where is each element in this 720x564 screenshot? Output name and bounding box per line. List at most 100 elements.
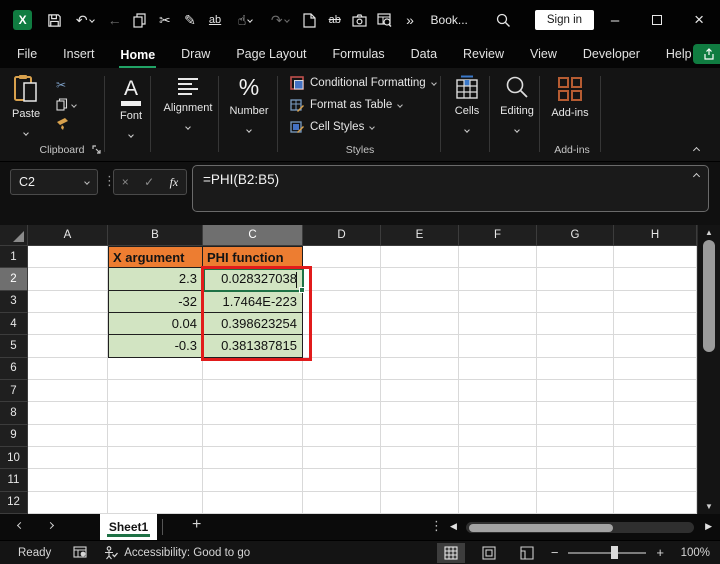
cell-E3[interactable] [381, 290, 459, 313]
cell-D3[interactable] [303, 290, 381, 313]
cell-A8[interactable] [28, 402, 108, 425]
row-header-10[interactable]: 10 [0, 446, 28, 470]
cell-F1[interactable] [459, 246, 537, 269]
cell-B3[interactable]: -32 [108, 290, 203, 313]
column-header-F[interactable]: F [459, 225, 537, 246]
cell-F2[interactable] [459, 268, 537, 291]
scroll-right-icon[interactable]: ▶ [705, 521, 712, 532]
enter-icon[interactable]: ✓ [144, 175, 154, 189]
page-layout-view-button[interactable] [475, 543, 503, 563]
cell-G2[interactable] [537, 268, 614, 291]
number-menu-button[interactable]: % Number [222, 73, 276, 133]
cell-E10[interactable] [381, 446, 459, 470]
pen-icon[interactable]: ✎ [177, 12, 202, 29]
cell-H7[interactable] [614, 379, 697, 403]
row-header-11[interactable]: 11 [0, 469, 28, 492]
cell-G6[interactable] [537, 357, 614, 380]
collapse-formula-bar-icon[interactable] [692, 172, 701, 181]
camera-icon[interactable] [347, 13, 372, 27]
editing-menu-button[interactable]: Editing [494, 75, 540, 133]
zoom-slider[interactable] [568, 546, 647, 559]
close-button[interactable]: × [678, 10, 720, 30]
cell-E12[interactable] [381, 491, 459, 514]
maximize-button[interactable] [636, 15, 678, 25]
cell-C8[interactable] [203, 402, 303, 425]
cell-F12[interactable] [459, 491, 537, 514]
cell-D4[interactable] [303, 312, 381, 336]
menu-home[interactable]: Home [119, 42, 157, 68]
menu-file[interactable]: File [16, 41, 38, 68]
cell-H12[interactable] [614, 491, 697, 514]
cell-B9[interactable] [108, 424, 203, 447]
next-sheet-icon[interactable] [46, 521, 55, 530]
cell-E1[interactable] [381, 246, 459, 269]
cell-A4[interactable] [28, 312, 108, 336]
cell-A3[interactable] [28, 290, 108, 313]
cut-icon[interactable]: ✂ [152, 12, 177, 29]
normal-view-button[interactable] [436, 542, 465, 563]
save-icon[interactable] [42, 13, 67, 28]
minimize-button[interactable]: – [594, 12, 636, 29]
cell-A7[interactable] [28, 379, 108, 403]
cell-D10[interactable] [303, 446, 381, 470]
spelling-icon[interactable]: ab [203, 14, 228, 26]
menu-review[interactable]: Review [462, 41, 505, 68]
vertical-scroll-thumb[interactable] [703, 240, 715, 352]
excel-logo-icon[interactable]: X [13, 10, 33, 30]
cell-H1[interactable] [614, 246, 697, 269]
overflow-icon[interactable]: » [397, 12, 422, 28]
horizontal-scrollbar[interactable] [466, 522, 694, 533]
cell-H5[interactable] [614, 335, 697, 358]
cell-B4[interactable]: 0.04 [108, 312, 203, 336]
cell-E11[interactable] [381, 469, 459, 492]
collapse-ribbon-icon[interactable] [692, 146, 701, 155]
zoom-level[interactable]: 100% [674, 547, 710, 559]
cell-F7[interactable] [459, 379, 537, 403]
column-header-D[interactable]: D [303, 225, 381, 246]
cell-D1[interactable] [303, 246, 381, 269]
name-box[interactable]: C2 [10, 169, 98, 195]
alignment-menu-button[interactable]: Alignment [158, 76, 218, 130]
cell-G5[interactable] [537, 335, 614, 358]
zoom-out-button[interactable]: − [551, 545, 559, 560]
zoom-slider-handle[interactable] [611, 546, 619, 559]
cell-B6[interactable] [108, 357, 203, 380]
cell-A12[interactable] [28, 491, 108, 514]
strikethrough-icon[interactable]: ab [322, 14, 347, 26]
cell-G9[interactable] [537, 424, 614, 447]
cell-D5[interactable] [303, 335, 381, 358]
cell-B5[interactable]: -0.3 [108, 335, 203, 358]
select-all-corner[interactable] [0, 225, 28, 246]
copy-icon[interactable] [127, 12, 152, 28]
formula-input[interactable]: =PHI(B2:B5) [192, 165, 709, 212]
cell-A6[interactable] [28, 357, 108, 380]
touch-mode-icon[interactable]: ☝ [228, 12, 263, 29]
cell-C11[interactable] [203, 469, 303, 492]
cell-G11[interactable] [537, 469, 614, 492]
cut-button[interactable]: ✂ [56, 78, 66, 92]
cell-E8[interactable] [381, 402, 459, 425]
row-header-3[interactable]: 3 [0, 290, 28, 313]
cell-H4[interactable] [614, 312, 697, 336]
menu-formulas[interactable]: Formulas [332, 41, 386, 68]
cell-A1[interactable] [28, 246, 108, 269]
cell-G3[interactable] [537, 290, 614, 313]
cell-C9[interactable] [203, 424, 303, 447]
cell-B7[interactable] [108, 379, 203, 403]
cell-H11[interactable] [614, 469, 697, 492]
accessibility-status[interactable]: Accessibility: Good to go [104, 545, 250, 560]
cell-B2[interactable]: 2.3 [108, 268, 203, 291]
cell-G4[interactable] [537, 312, 614, 336]
menu-view[interactable]: View [529, 41, 558, 68]
cell-C12[interactable] [203, 491, 303, 514]
cell-A5[interactable] [28, 335, 108, 358]
cancel-icon[interactable]: × [122, 175, 129, 189]
cell-H8[interactable] [614, 402, 697, 425]
font-menu-button[interactable]: A Font [111, 76, 151, 138]
insert-function-icon[interactable]: fx [170, 175, 179, 190]
menu-help[interactable]: Help [665, 41, 693, 68]
column-header-E[interactable]: E [381, 225, 459, 246]
cell-D8[interactable] [303, 402, 381, 425]
cell-H9[interactable] [614, 424, 697, 447]
column-header-H[interactable]: H [614, 225, 697, 246]
